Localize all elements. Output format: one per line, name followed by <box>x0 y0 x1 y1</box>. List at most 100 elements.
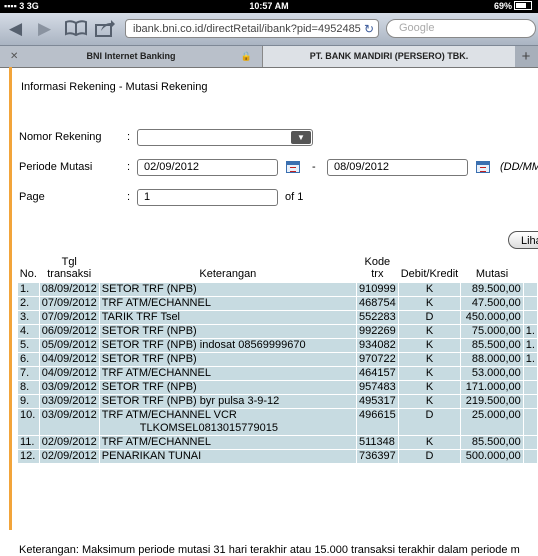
cell-no-text: 1. <box>20 283 30 295</box>
cell-description-line2: TLKOMSEL0813015779015 <box>139 422 278 434</box>
cell-extra <box>523 409 537 435</box>
cell-description: SETOR TRF (NPB) <box>99 353 356 366</box>
cell-description: SETOR TRF (NPB) <box>99 283 356 296</box>
cell-amount: 47.500,00 <box>461 297 523 310</box>
cell-date: 03/09/2012 <box>39 395 99 408</box>
lock-icon: 🔒 <box>240 51 252 61</box>
cell-debit-credit-text: K <box>425 353 434 365</box>
cell-debit-credit-text: K <box>425 297 434 309</box>
calendar-icon[interactable] <box>286 161 300 173</box>
cell-code-text: 464157 <box>358 367 396 379</box>
cell-debit-credit: K <box>398 367 461 380</box>
cell-description: TARIK TRF Tsel <box>99 311 356 324</box>
cell-amount: 450.000,00 <box>461 311 523 324</box>
cell-no-text: 2. <box>20 297 30 309</box>
page-content: Informasi Rekening - Mutasi Rekening Nom… <box>0 67 538 556</box>
table-row: 10. 03/09/2012 TRF ATM/ECHANNEL VCR TLKOMSE… <box>18 409 537 435</box>
cell-no: 2. <box>18 297 39 310</box>
cell-description-text: PENARIKAN TUNAI <box>101 450 202 462</box>
close-tab-icon[interactable]: ✕ <box>10 46 18 67</box>
cell-debit-credit-text: K <box>425 339 434 351</box>
status-bar: ▪▪▪▪ 3 3G 10:57 AM 69% <box>0 0 538 13</box>
cell-extra <box>523 395 537 408</box>
reload-icon[interactable]: ↻ <box>364 20 374 37</box>
cell-description: SETOR TRF (NPB) <box>99 381 356 394</box>
calendar-icon[interactable] <box>476 161 490 173</box>
cell-description: TRF ATM/ECHANNEL <box>99 297 356 310</box>
cell-code: 464157 <box>356 367 398 380</box>
cell-code-text: 511348 <box>358 436 395 448</box>
view-button[interactable]: Liha <box>508 231 538 249</box>
cell-code-text: 970722 <box>358 353 396 365</box>
cell-amount-text: 88.000,00 <box>471 353 521 365</box>
cell-code: 468754 <box>356 297 398 310</box>
cell-date-text: 07/09/2012 <box>41 311 97 323</box>
cell-no: 9. <box>18 395 39 408</box>
browser-toolbar: ◀ ▶ ibank.bni.co.id/directRetail/ibank?p… <box>0 13 538 46</box>
mutation-table: No. Tgl transaksi Keterangan Kode trx De… <box>17 255 538 464</box>
cell-code: 970722 <box>356 353 398 366</box>
cell-date-text: 02/09/2012 <box>41 450 97 462</box>
cell-extra: 1. <box>523 353 537 366</box>
cell-amount-text: 85.500,00 <box>471 436 521 448</box>
cell-extra <box>523 283 537 296</box>
cell-code: 552283 <box>356 311 398 324</box>
cell-amount: 500.000,00 <box>461 450 523 463</box>
date-from-input[interactable]: 02/09/2012 <box>137 159 278 176</box>
new-tab-icon[interactable]: + <box>514 46 538 67</box>
cell-date-text: 03/09/2012 <box>41 409 97 421</box>
forward-icon[interactable]: ▶ <box>38 19 51 39</box>
table-row: 4. 06/09/2012 SETOR TRF (NPB) 992269 K 75.000… <box>18 325 537 338</box>
cell-code: 992269 <box>356 325 398 338</box>
col-desc: Keterangan <box>199 268 257 280</box>
page-input[interactable]: 1 <box>137 189 278 206</box>
table-row: 5. 05/09/2012 SETOR TRF (NPB) indosat 0856… <box>18 339 537 352</box>
date-format-hint: (DD/MM <box>500 161 538 173</box>
footer-note: Keterangan: Maksimum periode mutasi 31 h… <box>19 544 520 556</box>
cell-amount: 88.000,00 <box>461 353 523 366</box>
cell-description: TRF ATM/ECHANNEL VCR TLKOMSEL081301577901… <box>99 409 356 435</box>
cell-code: 934082 <box>356 339 398 352</box>
tab-mandiri[interactable]: PT. BANK MANDIRI (PERSERO) TBK. <box>262 46 515 67</box>
col-date: Tgl transaksi <box>47 256 92 280</box>
cell-date-text: 04/09/2012 <box>41 367 97 379</box>
cell-description-text: SETOR TRF (NPB) <box>101 353 197 365</box>
cell-no-text: 3. <box>20 311 30 323</box>
table-row: 11. 02/09/2012 TRF ATM/ECHANNEL 511348 K 85.5… <box>18 436 537 449</box>
colon: : <box>127 131 131 143</box>
cell-no-text: 8. <box>20 381 30 393</box>
cell-extra <box>523 311 537 324</box>
table-row: 9. 03/09/2012 SETOR TRF (NPB) byr pulsa 3-… <box>18 395 537 408</box>
cell-extra <box>523 381 537 394</box>
col-debit-credit: Debit/Kredit <box>400 268 459 280</box>
tab-bni[interactable]: ✕ BNI Internet Banking 🔒 <box>0 46 262 67</box>
cell-extra <box>523 297 537 310</box>
bookmarks-icon[interactable] <box>65 19 87 42</box>
cell-code-text: 552283 <box>358 311 396 323</box>
cell-date: 08/09/2012 <box>39 283 99 296</box>
cell-no: 6. <box>18 353 39 366</box>
cell-description: TRF ATM/ECHANNEL <box>99 367 356 380</box>
cell-no-text: 9. <box>20 395 30 407</box>
table-row: 7. 04/09/2012 TRF ATM/ECHANNEL 464157 K 53.00… <box>18 367 537 380</box>
cell-code-text: 957483 <box>358 381 396 393</box>
page-title: Informasi Rekening - Mutasi Rekening <box>21 81 208 93</box>
cell-code: 910999 <box>356 283 398 296</box>
cell-no: 4. <box>18 325 39 338</box>
clock: 10:57 AM <box>249 1 289 11</box>
cell-no-text: 10. <box>20 409 36 421</box>
search-field[interactable]: Google <box>386 19 536 38</box>
date-to-input[interactable]: 08/09/2012 <box>327 159 468 176</box>
cell-amount: 25.000,00 <box>461 409 523 435</box>
cell-description: SETOR TRF (NPB) indosat 08569999670 <box>99 339 356 352</box>
account-select[interactable]: ▼ <box>137 129 313 146</box>
address-bar[interactable]: ibank.bni.co.id/directRetail/ibank?pid=4… <box>125 19 379 38</box>
page-total: of 1 <box>285 191 304 203</box>
back-icon[interactable]: ◀ <box>9 19 22 39</box>
share-icon[interactable] <box>95 19 115 42</box>
cell-date-text: 03/09/2012 <box>41 395 97 407</box>
cell-code-text: 468754 <box>358 297 396 309</box>
cell-date: 02/09/2012 <box>39 436 99 449</box>
cell-debit-credit: K <box>398 297 461 310</box>
table-header: No. Tgl transaksi Keterangan Kode trx De… <box>18 256 537 282</box>
